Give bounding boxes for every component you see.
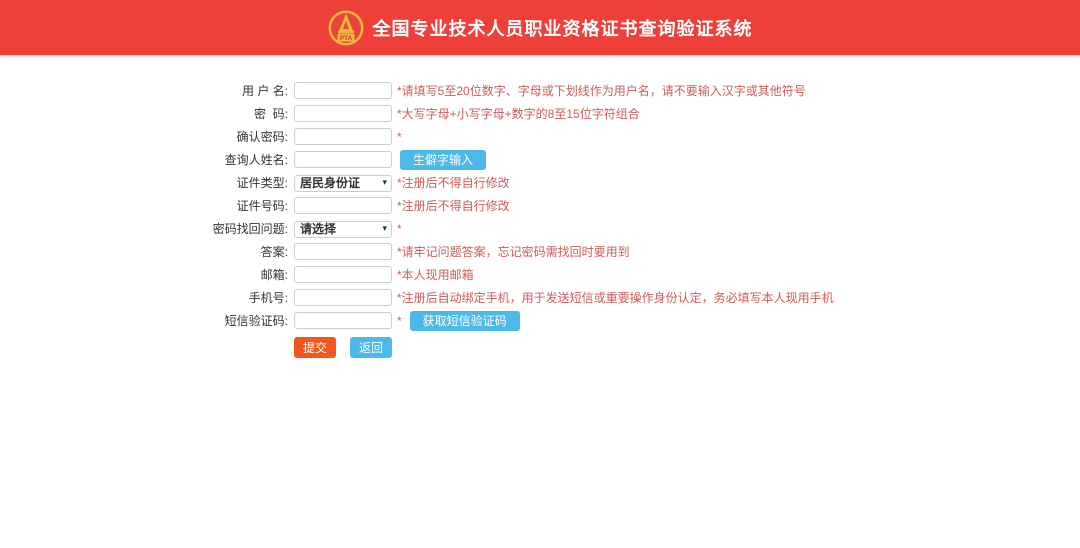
certificate-number-label: 证件号码: — [236, 199, 288, 213]
security-question-label: 密码找回问题: — [212, 222, 288, 236]
password-hint: *大写字母+小写字母+数字的8至15位字符组合 — [397, 107, 640, 121]
app-header: PTA 全国专业技术人员职业资格证书查询验证系统 — [0, 0, 1080, 55]
mobile-input[interactable] — [294, 289, 392, 306]
confirm-password-label: 确认密码: — [236, 130, 288, 144]
certificate-type-select[interactable]: 居民身份证 — [294, 174, 392, 192]
certificate-type-select-wrap: 居民身份证 ▾ — [294, 174, 392, 192]
username-hint: *请填写5至20位数字、字母或下划线作为用户名，请不要输入汉字或其他符号 — [397, 84, 806, 98]
answer-label: 答案: — [260, 245, 288, 259]
mobile-hint: *注册后自动绑定手机，用于发送短信或重要操作身份认定，务必填写本人现用手机 — [397, 291, 834, 305]
get-sms-code-button[interactable]: 获取短信验证码 — [409, 310, 520, 331]
rare-character-input-button[interactable]: 生僻字输入 — [400, 149, 487, 170]
username-input[interactable] — [294, 82, 392, 99]
sms-code-required-asterisk: * — [397, 313, 402, 328]
confirm-password-required-asterisk: * — [397, 129, 402, 144]
username-label: 用 户 名: — [241, 84, 288, 98]
answer-input[interactable] — [294, 243, 392, 260]
query-name-input[interactable] — [294, 151, 392, 168]
form-row-email: 邮箱: *本人现用邮箱 — [202, 263, 1080, 286]
query-name-label: 查询人姓名: — [224, 153, 288, 167]
form-row-answer: 答案: *请牢记问题答案，忘记密码需找回时要用到 — [202, 240, 1080, 263]
email-label: 邮箱: — [260, 268, 288, 282]
registration-form: 用 户 名: *请填写5至20位数字、字母或下划线作为用户名，请不要输入汉字或其… — [0, 55, 1080, 358]
certificate-number-input[interactable] — [294, 197, 392, 214]
form-row-confirm-password: 确认密码: * — [202, 125, 1080, 148]
page-title: 全国专业技术人员职业资格证书查询验证系统 — [372, 18, 753, 39]
email-hint: *本人现用邮箱 — [397, 268, 474, 282]
pta-logo-text: PTA — [339, 35, 352, 42]
form-row-certificate-type: 证件类型: 居民身份证 ▾ *注册后不得自行修改 — [202, 171, 1080, 194]
password-label: 密 码: — [253, 107, 288, 121]
back-button[interactable]: 返回 — [350, 337, 393, 358]
security-question-select-wrap: 请选择 ▾ — [294, 220, 392, 238]
form-row-security-question: 密码找回问题: 请选择 ▾ * — [202, 217, 1080, 240]
certificate-number-hint: *注册后不得自行修改 — [397, 199, 510, 213]
form-row-mobile: 手机号: *注册后自动绑定手机，用于发送短信或重要操作身份认定，务必填写本人现用… — [202, 286, 1080, 309]
certificate-type-label: 证件类型: — [236, 176, 288, 190]
form-actions: 提交 返回 — [202, 337, 1080, 358]
form-row-password: 密 码: *大写字母+小写字母+数字的8至15位字符组合 — [202, 102, 1080, 125]
sms-code-label: 短信验证码: — [224, 314, 288, 328]
form-row-username: 用 户 名: *请填写5至20位数字、字母或下划线作为用户名，请不要输入汉字或其… — [202, 79, 1080, 102]
pta-logo: PTA — [328, 10, 363, 45]
sms-code-input[interactable] — [294, 312, 392, 329]
form-row-query-name: 查询人姓名: 生僻字输入 — [202, 148, 1080, 171]
submit-button[interactable]: 提交 — [294, 337, 337, 358]
certificate-type-hint: *注册后不得自行修改 — [397, 176, 510, 190]
email-input[interactable] — [294, 266, 392, 283]
security-question-required-asterisk: * — [397, 221, 402, 236]
form-row-certificate-number: 证件号码: *注册后不得自行修改 — [202, 194, 1080, 217]
password-input[interactable] — [294, 105, 392, 122]
confirm-password-input[interactable] — [294, 128, 392, 145]
form-row-sms-code: 短信验证码: * 获取短信验证码 — [202, 309, 1080, 332]
mobile-label: 手机号: — [248, 291, 288, 305]
answer-hint: *请牢记问题答案，忘记密码需找回时要用到 — [397, 245, 630, 259]
security-question-select[interactable]: 请选择 — [294, 220, 392, 238]
